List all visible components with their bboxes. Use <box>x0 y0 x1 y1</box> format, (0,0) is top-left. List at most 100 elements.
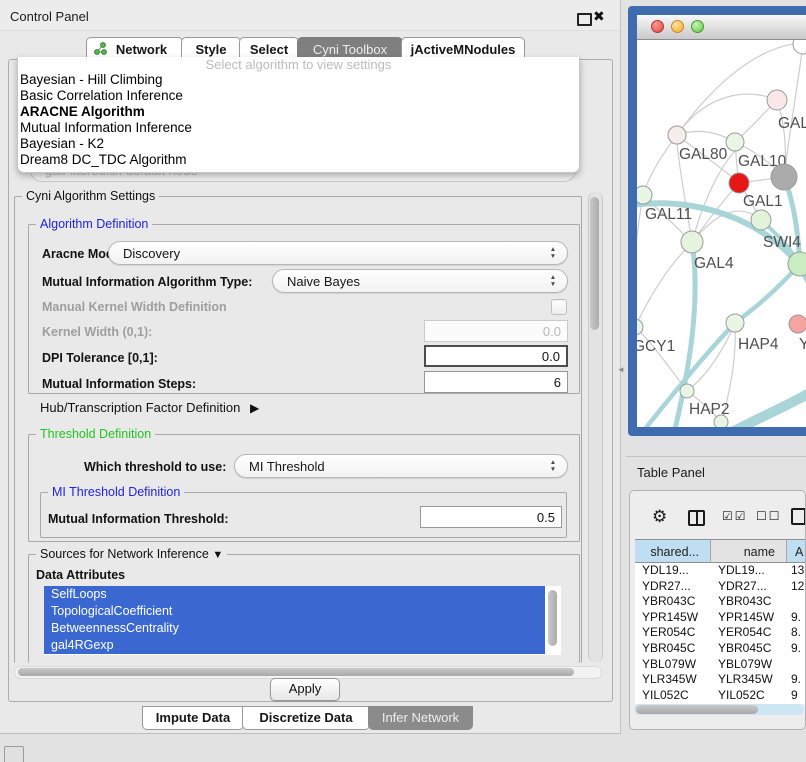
table-cell[interactable]: YBR043C <box>711 594 787 610</box>
network-edge[interactable] <box>735 264 800 323</box>
table-cell[interactable]: YIL052C <box>635 688 711 704</box>
network-edge[interactable] <box>643 135 677 195</box>
minimized-panel-icon[interactable] <box>4 746 24 762</box>
algorithm-option[interactable]: Bayesian - K2 <box>18 136 579 152</box>
algorithm-option[interactable]: Dream8 DC_TDC Algorithm <box>18 152 579 168</box>
settings-vertical-scrollbar[interactable] <box>588 192 603 662</box>
table-cell[interactable]: YIL052C <box>711 688 787 704</box>
sources-group-title[interactable]: Sources for Network Inference <box>36 547 227 561</box>
table-cell[interactable]: YDR27... <box>711 579 787 595</box>
close-panel-icon[interactable]: ✖ <box>593 8 605 25</box>
network-node[interactable] <box>714 415 728 427</box>
network-node-gcy1[interactable] <box>637 319 643 335</box>
attribute-item-selected[interactable]: TopologicalCoefficient <box>44 603 545 620</box>
gear-icon[interactable]: ⚙ <box>652 507 667 527</box>
network-edge[interactable] <box>637 195 643 327</box>
table-row[interactable]: YBR045CYBR045C9. <box>635 641 806 657</box>
table-cell[interactable]: 9. <box>787 610 806 626</box>
column-header-shared[interactable]: shared... <box>635 539 711 563</box>
network-edge[interactable] <box>637 248 687 327</box>
select-all-checked-icon[interactable]: ☑☑ <box>722 509 748 523</box>
table-cell[interactable]: YDL19... <box>711 563 787 579</box>
close-window-icon[interactable] <box>651 20 664 33</box>
table-horizontal-scrollbar-thumb[interactable] <box>636 705 758 714</box>
which-threshold-combobox[interactable]: MI Threshold <box>234 454 568 478</box>
table-cell[interactable]: YBR045C <box>711 641 787 657</box>
network-node-gal4[interactable] <box>681 231 703 253</box>
table-cell[interactable]: 9. <box>787 641 806 657</box>
hub-definition-expander[interactable]: Hub/Transcription Factor Definition <box>40 400 259 415</box>
aracne-mode-combobox[interactable]: Discovery <box>108 241 568 265</box>
split-columns-icon[interactable] <box>688 510 705 526</box>
dpi-tolerance-field[interactable]: 0.0 <box>424 345 568 367</box>
network-canvas[interactable]: GALGAL80GAL10GAL1GAL11SWI4GAL4GCY1HAP4YH… <box>637 40 806 427</box>
apply-button[interactable]: Apply <box>270 678 340 701</box>
network-node-gal1[interactable] <box>729 173 749 193</box>
table-row[interactable]: YBR043CYBR043C <box>635 594 806 610</box>
table-cell[interactable]: 8. <box>787 625 806 641</box>
network-edge[interactable] <box>785 44 803 170</box>
attributes-scrollbar-thumb[interactable] <box>548 590 557 646</box>
table-row[interactable]: YDR27...YDR27...12 <box>635 579 806 595</box>
zoom-window-icon[interactable] <box>691 20 704 33</box>
table-cell[interactable]: YLR345W <box>635 672 711 688</box>
attribute-item-selected[interactable]: SelfLoops <box>44 586 545 603</box>
table-horizontal-scrollbar[interactable] <box>634 704 804 715</box>
splitter-arrow-icon[interactable]: ◄ <box>617 365 625 374</box>
attribute-item-selected[interactable]: BetweennessCentrality <box>44 620 545 637</box>
mi-type-combobox[interactable]: Naive Bayes <box>272 269 568 293</box>
settings-vertical-scrollbar-thumb[interactable] <box>590 197 599 330</box>
table-cell[interactable]: YBL079W <box>711 657 787 673</box>
attributes-scrollbar[interactable] <box>547 588 558 652</box>
algorithm-option[interactable]: Bayesian - Hill Climbing <box>18 72 579 88</box>
network-node[interactable] <box>771 164 797 190</box>
settings-horizontal-scrollbar-thumb[interactable] <box>18 668 574 676</box>
table-cell[interactable]: 13 <box>787 563 806 579</box>
float-panel-icon[interactable] <box>577 13 592 26</box>
network-window-titlebar[interactable] <box>637 15 806 40</box>
table-cell[interactable]: YER054C <box>711 625 787 641</box>
minimize-window-icon[interactable] <box>671 20 684 33</box>
column-header-partial[interactable]: A <box>787 539 806 563</box>
table-row[interactable]: YER054CYER054C8. <box>635 625 806 641</box>
algorithm-option-selected[interactable]: ARACNE Algorithm <box>18 104 579 120</box>
table-cell[interactable]: 12 <box>787 579 806 595</box>
network-node-hap4[interactable] <box>726 314 744 332</box>
table-row[interactable]: YIL052CYIL052C9 <box>635 688 806 704</box>
network-edge[interactable] <box>675 242 695 427</box>
new-document-icon[interactable] <box>791 508 806 525</box>
kernel-width-field[interactable]: 0.0 <box>424 320 568 342</box>
tab-discretize-data[interactable]: Discretize Data <box>242 706 370 730</box>
network-node[interactable] <box>751 210 771 230</box>
network-node-gal[interactable] <box>767 90 787 110</box>
mi-threshold-field[interactable]: 0.5 <box>420 506 562 528</box>
network-node-hap2[interactable] <box>680 384 694 398</box>
table-row[interactable]: YDL19...YDL19...13 <box>635 563 806 579</box>
column-header-name[interactable]: name <box>711 539 787 563</box>
network-node-gal11[interactable] <box>637 186 652 204</box>
table-cell[interactable]: YBR043C <box>635 594 711 610</box>
table-cell[interactable]: YLR345W <box>711 672 787 688</box>
table-cell[interactable]: YBL079W <box>635 657 711 673</box>
table-row[interactable]: YLR345WYLR345W9. <box>635 672 806 688</box>
table-cell[interactable]: YDL19... <box>635 563 711 579</box>
network-node-gal10[interactable] <box>726 133 744 151</box>
select-all-unchecked-icon[interactable]: ☐☐ <box>756 509 782 523</box>
mi-steps-field[interactable]: 6 <box>424 371 568 393</box>
network-node[interactable] <box>793 40 806 54</box>
table-cell[interactable]: YPR145W <box>635 610 711 626</box>
table-cell[interactable]: 9 <box>787 688 806 704</box>
network-node-gal80[interactable] <box>668 126 686 144</box>
table-row[interactable]: YBL079WYBL079W <box>635 657 806 673</box>
attribute-item-selected[interactable]: gal4RGexp <box>44 637 545 654</box>
table-row[interactable]: YPR145WYPR145W9. <box>635 610 806 626</box>
algorithm-option[interactable]: Mutual Information Inference <box>18 120 579 136</box>
network-node-y[interactable] <box>789 315 806 333</box>
network-edge[interactable] <box>692 151 735 242</box>
tab-impute-data[interactable]: Impute Data <box>142 706 244 730</box>
algorithm-option[interactable]: Basic Correlation Inference <box>18 88 579 104</box>
table-cell[interactable]: YPR145W <box>711 610 787 626</box>
tab-infer-network[interactable]: Infer Network <box>368 706 473 730</box>
network-edge[interactable] <box>637 327 685 388</box>
table-cell[interactable]: 9. <box>787 672 806 688</box>
